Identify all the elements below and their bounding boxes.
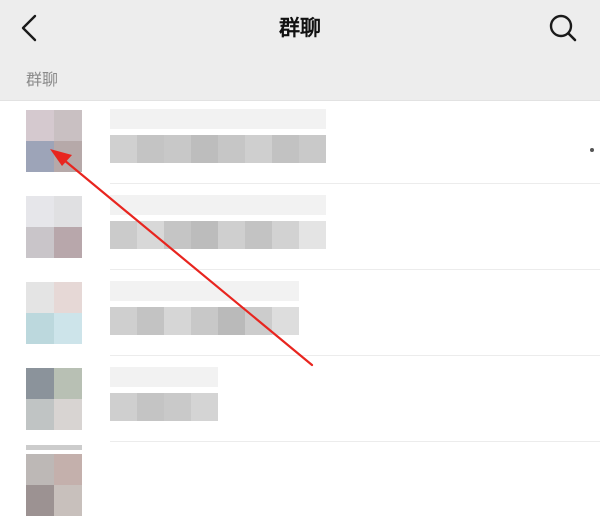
blur-block [137,135,164,163]
avatar-tile [26,399,54,430]
blur-block [110,195,137,215]
search-button[interactable] [540,6,586,50]
avatar-tile [26,110,54,141]
row-divider [110,355,600,356]
group-chat-item[interactable] [0,187,600,270]
blur-block [137,221,164,249]
blur-block [272,281,299,301]
blur-block [137,307,164,335]
page-title: 群聊 [279,16,321,40]
avatar-tile [54,227,82,258]
blur-block [191,135,218,163]
avatar-tile [26,313,54,344]
group-chat-item[interactable] [0,101,600,184]
blur-block [299,135,326,163]
group-avatar[interactable] [26,368,82,430]
blur-block [137,393,164,421]
blur-block [164,135,191,163]
blur-block [272,307,299,335]
blur-block [137,109,164,129]
avatar-tile [26,368,54,399]
group-chat-item[interactable] [0,359,600,442]
blur-block [218,135,245,163]
group-avatar[interactable] [26,454,82,516]
blur-block [191,195,218,215]
group-chat-item[interactable] [0,273,600,356]
blur-block [245,221,272,249]
group-avatar[interactable] [26,282,82,344]
avatar-tile [54,313,82,344]
avatar-tile [26,454,54,485]
next-avatar-peek [26,445,82,450]
blur-block [245,195,272,215]
blur-block [110,221,137,249]
overflow-dot [590,148,594,152]
avatar-tile [26,227,54,258]
row-divider [110,441,600,442]
blur-block [164,307,191,335]
avatar-tile [54,399,82,430]
blur-block [137,195,164,215]
blur-block [272,195,299,215]
avatar-tile [26,282,54,313]
group-chat-list [0,101,600,516]
avatar-tile [54,110,82,141]
avatar-tile [26,196,54,227]
blur-block [299,109,326,129]
avatar-tile [26,141,54,172]
blur-block [191,109,218,129]
blur-block [191,393,218,421]
blur-block [218,307,245,335]
blur-block [137,281,164,301]
group-chat-item[interactable] [0,445,600,527]
navigation-bar: 群聊 [0,0,600,57]
blur-block [164,109,191,129]
blur-block [164,367,191,387]
blur-block [272,109,299,129]
avatar-tile [54,196,82,227]
section-header: 群聊 [0,57,600,101]
blur-block [245,109,272,129]
avatar-tile [26,485,54,516]
avatar-tile [54,141,82,172]
blur-block [299,221,326,249]
blur-block [110,367,137,387]
blur-block [164,281,191,301]
avatar-tile [54,282,82,313]
row-divider [110,183,600,184]
blur-block [218,195,245,215]
search-icon [549,14,577,42]
blur-block [191,221,218,249]
blur-block [218,281,245,301]
group-avatar[interactable] [26,110,82,172]
blur-block [218,109,245,129]
group-avatar[interactable] [26,196,82,258]
blur-block [191,281,218,301]
blur-block [110,307,137,335]
blur-block [110,135,137,163]
blur-block [137,367,164,387]
row-divider [110,269,600,270]
blur-block [272,135,299,163]
blur-block [110,109,137,129]
blur-block [110,281,137,301]
blur-block [191,367,218,387]
blur-block [164,221,191,249]
blur-block [245,135,272,163]
blur-block [245,307,272,335]
blur-block [218,221,245,249]
blur-block [245,281,272,301]
blur-block [164,393,191,421]
blur-block [299,195,326,215]
section-label: 群聊 [26,70,59,89]
blur-block [164,195,191,215]
avatar-tile [54,368,82,399]
avatar-tile [54,454,82,485]
blur-block [272,221,299,249]
blur-block [191,307,218,335]
avatar-tile [54,485,82,516]
blur-block [110,393,137,421]
